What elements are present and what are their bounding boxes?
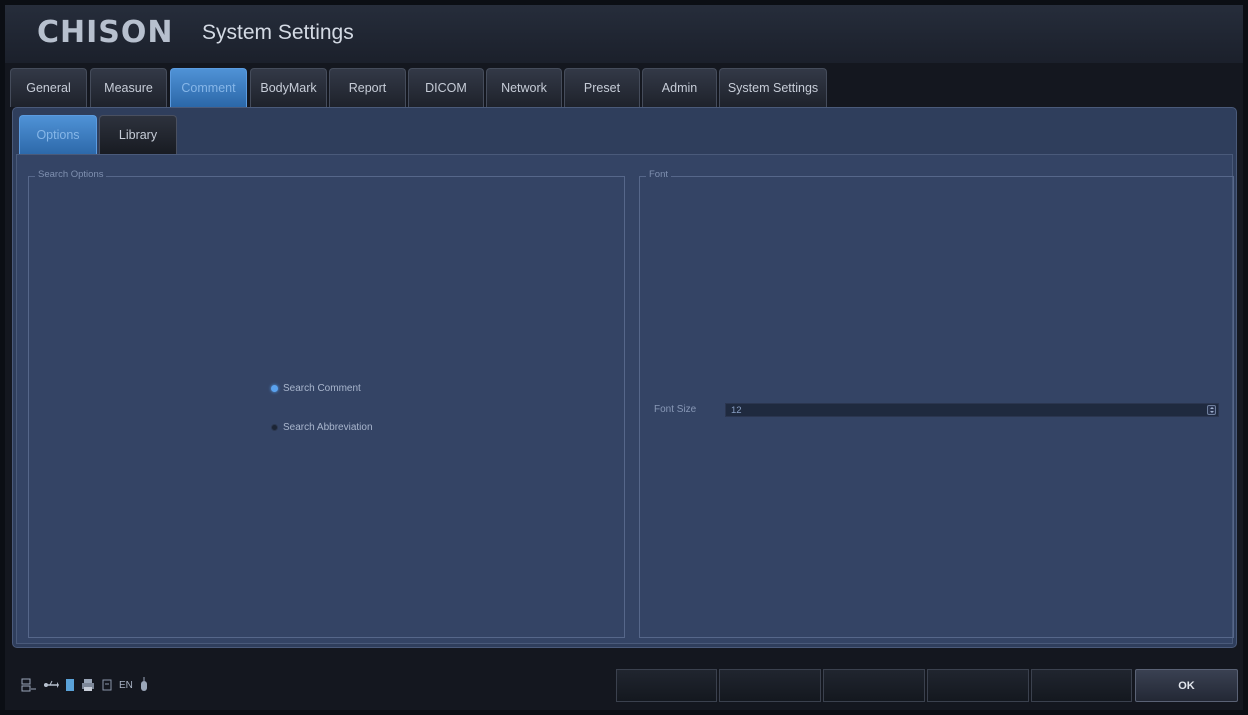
tab-report[interactable]: Report [329,68,406,107]
radio-search-comment[interactable]: Search Comment [271,383,361,394]
tab-dicom[interactable]: DICOM [408,68,484,107]
subtab-options[interactable]: Options [19,115,97,154]
tab-preset[interactable]: Preset [564,68,640,107]
font-size-label: Font Size [654,404,697,415]
main-tab-bar: General Measure Comment BodyMark Report … [10,68,1240,108]
radio-search-abbreviation[interactable]: Search Abbreviation [271,422,373,433]
softkey-3[interactable] [823,669,925,702]
softkey-2[interactable] [719,669,821,702]
tab-admin[interactable]: Admin [642,68,717,107]
printer-status-icon [102,679,112,691]
spin-arrows-icon[interactable] [1207,405,1216,415]
brand-logo: CHISON [37,15,174,50]
softkey-4[interactable] [927,669,1029,702]
tab-bodymark[interactable]: BodyMark [250,68,327,107]
storage-icon [66,679,74,691]
subtab-library[interactable]: Library [99,115,177,154]
radio-unselected-icon [271,424,278,431]
tab-network[interactable]: Network [486,68,562,107]
tab-system-settings[interactable]: System Settings [719,68,827,107]
font-size-spinbox[interactable]: 12 [725,403,1219,417]
font-size-value: 12 [731,405,742,416]
tab-general[interactable]: General [10,68,87,107]
app-window: CHISON System Settings General Measure C… [5,5,1243,710]
radio-label: Search Comment [283,383,361,394]
tab-comment[interactable]: Comment [170,68,247,107]
usb-icon [44,680,59,688]
printer-icon [82,679,94,691]
window-title: System Settings [202,21,354,44]
radio-selected-icon [271,385,278,392]
title-bar: CHISON System Settings [5,5,1243,63]
tab-measure[interactable]: Measure [90,68,167,107]
status-icons: EN [21,677,149,693]
status-bar: EN OK [5,655,1243,710]
search-options-legend: Search Options [35,169,107,180]
mouse-icon [140,677,147,691]
language-indicator: EN [119,679,133,691]
softkey-1[interactable] [616,669,717,702]
settings-panel: Options Library Search Options Search Co… [12,107,1237,648]
network-icon [21,678,36,692]
options-content: Search Options Search Comment Search Abb… [16,154,1234,644]
ok-button[interactable]: OK [1135,669,1238,702]
search-options-group: Search Options Search Comment Search Abb… [28,169,625,638]
radio-label: Search Abbreviation [283,422,373,433]
font-legend: Font [646,169,672,180]
softkey-5[interactable] [1031,669,1132,702]
font-group: Font Font Size 12 [639,169,1234,638]
